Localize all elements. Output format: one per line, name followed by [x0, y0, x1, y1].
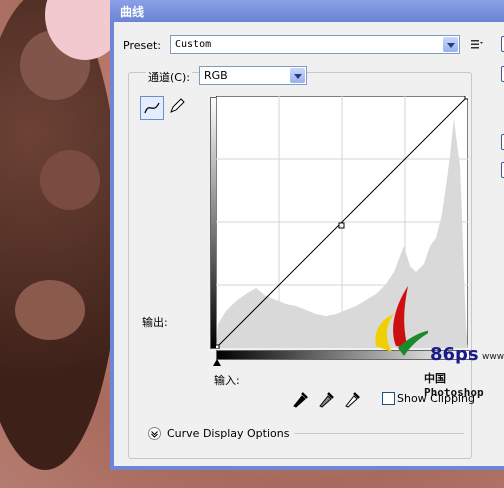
channel-select[interactable]: RGB [199, 66, 307, 85]
divider [294, 433, 464, 434]
curve-point [338, 222, 345, 229]
hair-curl [40, 150, 100, 210]
black-point-slider-icon[interactable] [212, 358, 222, 368]
pencil-icon[interactable] [168, 97, 186, 115]
channel-value: RGB [204, 69, 228, 82]
preset-value: Custom [175, 39, 212, 50]
dialog-title: 曲线 [120, 5, 145, 19]
watermark-subtext: 中国Photoshop [424, 372, 484, 399]
curves-dialog: 曲线 Preset: Custom 通道(C): RGB 输出: 输入: Sho… [110, 0, 504, 470]
watermark: 86ps www 中国Photoshop [368, 286, 504, 399]
white-eyedropper-icon[interactable] [343, 390, 361, 408]
preset-select[interactable]: Custom [170, 35, 460, 54]
preset-menu-icon[interactable] [470, 38, 484, 50]
hair-curl [15, 280, 85, 340]
chevron-down-icon [290, 68, 305, 83]
curve-tool-icon [144, 102, 160, 114]
watermark-text: 86ps [430, 344, 479, 365]
gray-eyedropper-icon[interactable] [317, 390, 335, 408]
output-label: 输出: [142, 316, 168, 329]
chevron-down-icon [443, 37, 458, 52]
channel-label: 通道(C): [146, 69, 192, 85]
expand-icon[interactable] [148, 427, 161, 440]
watermark-logo-icon [375, 286, 428, 356]
preset-label: Preset: [123, 39, 162, 52]
title-bar[interactable]: 曲线 [110, 0, 504, 22]
curve-startpoint [216, 344, 220, 348]
watermark-www: www [482, 352, 504, 362]
show-clipping-checkbox[interactable] [382, 392, 395, 405]
input-label: 输入: [214, 374, 240, 387]
dialog-panel: Preset: Custom 通道(C): RGB 输出: 输入: Show C… [114, 22, 504, 466]
curve-tool-button[interactable] [140, 96, 164, 120]
curve-display-options-label[interactable]: Curve Display Options [167, 427, 289, 440]
black-eyedropper-icon[interactable] [291, 390, 309, 408]
curve-endpoint [464, 96, 468, 100]
